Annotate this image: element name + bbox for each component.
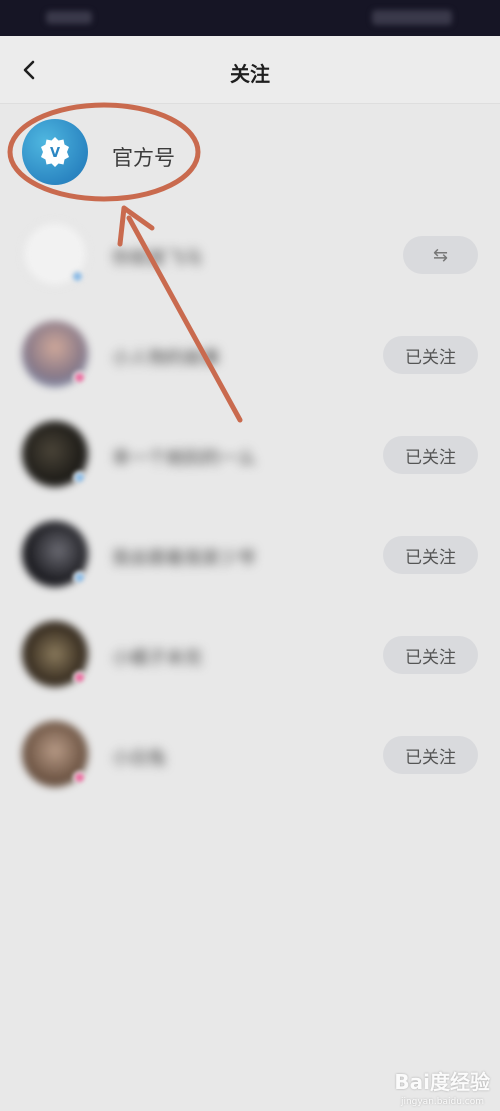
gender-badge <box>73 771 86 784</box>
page-title: 关注 <box>230 62 270 86</box>
svg-text:V: V <box>50 146 60 161</box>
watermark-url: jingyan.baidu.com <box>400 1097 484 1107</box>
user-name: 你就是飞马 <box>112 248 202 269</box>
user-name: 我会跟着我家少爷 <box>112 548 256 569</box>
following-button[interactable]: 已关注 <box>383 636 478 674</box>
mutual-follow-button[interactable]: ⇆ <box>403 236 478 274</box>
user-name: 小人物的故事 <box>112 348 220 369</box>
nav-header: 关注 <box>0 36 500 104</box>
list-item[interactable]: 小橘子未完 已关注 <box>0 604 500 704</box>
following-button[interactable]: 已关注 <box>383 736 478 774</box>
gender-badge <box>73 371 86 384</box>
official-name: 官方号 <box>112 146 175 170</box>
status-time <box>46 11 92 24</box>
verified-badge-icon: V <box>41 137 69 167</box>
following-button[interactable]: 已关注 <box>383 336 478 374</box>
official-avatar: V <box>22 119 88 185</box>
following-list: V 官方号 你就是飞马 ⇆ 小人物的故事 已关注 幸一个她别的一么 已关注 我会… <box>0 104 500 804</box>
status-icons <box>372 10 452 25</box>
list-item[interactable]: 我会跟着我家少爷 已关注 <box>0 504 500 604</box>
list-item[interactable]: 小白兔 已关注 <box>0 704 500 804</box>
user-name: 小橘子未完 <box>112 648 202 669</box>
list-item[interactable]: 幸一个她别的一么 已关注 <box>0 404 500 504</box>
following-button[interactable]: 已关注 <box>383 436 478 474</box>
list-item[interactable]: 你就是飞马 ⇆ <box>0 204 500 304</box>
swap-icon: ⇆ <box>432 244 449 266</box>
baidu-jingyan-watermark: Bai度经验 <box>394 1070 490 1094</box>
gender-badge <box>73 671 86 684</box>
gender-badge <box>73 571 86 584</box>
gender-badge <box>71 270 84 283</box>
following-button[interactable]: 已关注 <box>383 536 478 574</box>
gender-badge <box>73 471 86 484</box>
status-bar <box>0 0 500 36</box>
list-item-official[interactable]: V 官方号 <box>0 104 500 204</box>
user-name: 小白兔 <box>112 748 166 769</box>
list-item[interactable]: 小人物的故事 已关注 <box>0 304 500 404</box>
screen: 关注 V 官方号 你就是飞马 ⇆ 小人物的故事 已关注 幸一个她别的一么 已关注… <box>0 0 500 1111</box>
user-name: 幸一个她别的一么 <box>112 448 256 469</box>
